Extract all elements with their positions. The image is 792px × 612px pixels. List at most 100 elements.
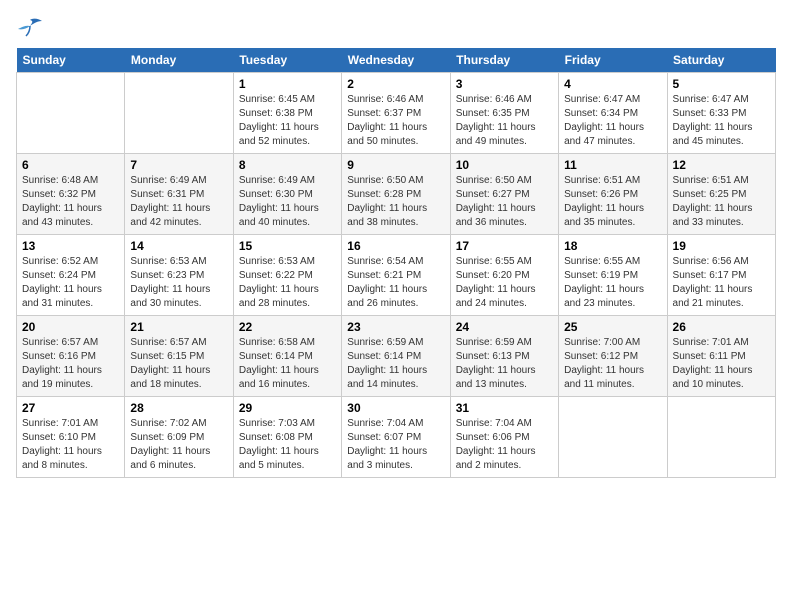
day-info: Sunrise: 6:54 AM Sunset: 6:21 PM Dayligh… (347, 255, 444, 311)
day-info: Sunrise: 6:45 AM Sunset: 6:38 PM Dayligh… (239, 93, 336, 149)
calendar-week-2: 6 Sunrise: 6:48 AM Sunset: 6:32 PM Daylig… (17, 154, 776, 235)
calendar-week-4: 20Sunrise: 6:57 AM Sunset: 6:16 PM Dayli… (17, 316, 776, 397)
day-info: Sunrise: 6:48 AM Sunset: 6:32 PM Dayligh… (22, 174, 119, 230)
day-number: 23 (347, 320, 444, 334)
weekday-header-row: SundayMondayTuesdayWednesdayThursdayFrid… (17, 48, 776, 73)
day-info: Sunrise: 7:03 AM Sunset: 6:08 PM Dayligh… (239, 417, 336, 473)
calendar-week-3: 13Sunrise: 6:52 AM Sunset: 6:24 PM Dayli… (17, 235, 776, 316)
calendar-cell: 1 Sunrise: 6:45 AM Sunset: 6:38 PM Daylig… (233, 73, 341, 154)
day-number: 22 (239, 320, 336, 334)
calendar-cell: 14 Sunrise: 6:53 AM Sunset: 6:23 PM Dayli… (125, 235, 233, 316)
day-number: 30 (347, 401, 444, 415)
logo-bird-icon (16, 16, 44, 40)
day-number: 16 (347, 239, 444, 253)
day-info: Sunrise: 6:50 AM Sunset: 6:28 PM Dayligh… (347, 174, 444, 230)
day-number: 13 (22, 239, 119, 253)
day-number: 8 (239, 158, 336, 172)
calendar-cell: 19 Sunrise: 6:56 AM Sunset: 6:17 PM Dayli… (667, 235, 775, 316)
day-number: 4 (564, 77, 661, 91)
day-number: 25 (564, 320, 661, 334)
calendar-cell: 23 Sunrise: 6:59 AM Sunset: 6:14 PM Dayli… (342, 316, 450, 397)
weekday-header-friday: Friday (559, 48, 667, 73)
day-number: 31 (456, 401, 553, 415)
day-number: 1 (239, 77, 336, 91)
day-info: Sunrise: 6:53 AM Sunset: 6:23 PM Dayligh… (130, 255, 227, 311)
day-info: Sunrise: 6:53 AM Sunset: 6:22 PM Dayligh… (239, 255, 336, 311)
day-info: Sunrise: 6:55 AM Sunset: 6:20 PM Dayligh… (456, 255, 553, 311)
day-number: 11 (564, 158, 661, 172)
weekday-header-wednesday: Wednesday (342, 48, 450, 73)
calendar-cell: 30 Sunrise: 7:04 AM Sunset: 6:07 PM Dayli… (342, 397, 450, 478)
day-info: Sunrise: 6:58 AM Sunset: 6:14 PM Dayligh… (239, 336, 336, 392)
calendar-cell: 6 Sunrise: 6:48 AM Sunset: 6:32 PM Daylig… (17, 154, 125, 235)
day-info: Sunrise: 7:02 AM Sunset: 6:09 PM Dayligh… (130, 417, 227, 473)
day-info: Sunrise: 6:55 AM Sunset: 6:19 PM Dayligh… (564, 255, 661, 311)
day-info: Sunrise: 6:49 AM Sunset: 6:30 PM Dayligh… (239, 174, 336, 230)
calendar-cell: 8 Sunrise: 6:49 AM Sunset: 6:30 PM Daylig… (233, 154, 341, 235)
calendar-cell (559, 397, 667, 478)
day-number: 17 (456, 239, 553, 253)
day-number: 26 (673, 320, 770, 334)
calendar-cell (667, 397, 775, 478)
day-info: Sunrise: 6:56 AM Sunset: 6:17 PM Dayligh… (673, 255, 770, 311)
day-info: Sunrise: 6:51 AM Sunset: 6:26 PM Dayligh… (564, 174, 661, 230)
calendar-cell: 20Sunrise: 6:57 AM Sunset: 6:16 PM Dayli… (17, 316, 125, 397)
day-info: Sunrise: 6:50 AM Sunset: 6:27 PM Dayligh… (456, 174, 553, 230)
day-info: Sunrise: 6:46 AM Sunset: 6:35 PM Dayligh… (456, 93, 553, 149)
calendar-cell: 31 Sunrise: 7:04 AM Sunset: 6:06 PM Dayli… (450, 397, 558, 478)
day-number: 20 (22, 320, 119, 334)
day-number: 21 (130, 320, 227, 334)
day-number: 29 (239, 401, 336, 415)
day-number: 12 (673, 158, 770, 172)
calendar-cell: 10 Sunrise: 6:50 AM Sunset: 6:27 PM Dayli… (450, 154, 558, 235)
day-number: 5 (673, 77, 770, 91)
day-info: Sunrise: 6:47 AM Sunset: 6:34 PM Dayligh… (564, 93, 661, 149)
day-info: Sunrise: 6:59 AM Sunset: 6:14 PM Dayligh… (347, 336, 444, 392)
day-number: 14 (130, 239, 227, 253)
day-number: 7 (130, 158, 227, 172)
day-info: Sunrise: 6:46 AM Sunset: 6:37 PM Dayligh… (347, 93, 444, 149)
calendar-cell (125, 73, 233, 154)
calendar-cell: 26 Sunrise: 7:01 AM Sunset: 6:11 PM Dayli… (667, 316, 775, 397)
calendar-cell: 24 Sunrise: 6:59 AM Sunset: 6:13 PM Dayli… (450, 316, 558, 397)
day-number: 10 (456, 158, 553, 172)
day-info: Sunrise: 6:47 AM Sunset: 6:33 PM Dayligh… (673, 93, 770, 149)
weekday-header-monday: Monday (125, 48, 233, 73)
day-number: 2 (347, 77, 444, 91)
calendar-cell: 18Sunrise: 6:55 AM Sunset: 6:19 PM Dayli… (559, 235, 667, 316)
day-number: 19 (673, 239, 770, 253)
calendar-week-1: 1 Sunrise: 6:45 AM Sunset: 6:38 PM Daylig… (17, 73, 776, 154)
day-info: Sunrise: 6:59 AM Sunset: 6:13 PM Dayligh… (456, 336, 553, 392)
weekday-header-saturday: Saturday (667, 48, 775, 73)
calendar-cell: 4 Sunrise: 6:47 AM Sunset: 6:34 PM Daylig… (559, 73, 667, 154)
calendar-cell: 28 Sunrise: 7:02 AM Sunset: 6:09 PM Dayli… (125, 397, 233, 478)
calendar-cell: 25 Sunrise: 7:00 AM Sunset: 6:12 PM Dayli… (559, 316, 667, 397)
day-info: Sunrise: 7:01 AM Sunset: 6:11 PM Dayligh… (673, 336, 770, 392)
calendar-cell: 3Sunrise: 6:46 AM Sunset: 6:35 PM Daylig… (450, 73, 558, 154)
calendar-cell (17, 73, 125, 154)
calendar-cell: 27 Sunrise: 7:01 AM Sunset: 6:10 PM Dayli… (17, 397, 125, 478)
weekday-header-tuesday: Tuesday (233, 48, 341, 73)
day-number: 28 (130, 401, 227, 415)
day-number: 24 (456, 320, 553, 334)
calendar-cell: 7 Sunrise: 6:49 AM Sunset: 6:31 PM Daylig… (125, 154, 233, 235)
day-number: 27 (22, 401, 119, 415)
calendar-table: SundayMondayTuesdayWednesdayThursdayFrid… (16, 48, 776, 478)
calendar-cell: 12Sunrise: 6:51 AM Sunset: 6:25 PM Dayli… (667, 154, 775, 235)
day-number: 6 (22, 158, 119, 172)
page-header (16, 16, 776, 40)
logo (16, 16, 48, 40)
calendar-cell: 9Sunrise: 6:50 AM Sunset: 6:28 PM Daylig… (342, 154, 450, 235)
calendar-cell: 22 Sunrise: 6:58 AM Sunset: 6:14 PM Dayli… (233, 316, 341, 397)
calendar-cell: 5 Sunrise: 6:47 AM Sunset: 6:33 PM Daylig… (667, 73, 775, 154)
day-info: Sunrise: 6:49 AM Sunset: 6:31 PM Dayligh… (130, 174, 227, 230)
day-info: Sunrise: 7:01 AM Sunset: 6:10 PM Dayligh… (22, 417, 119, 473)
day-number: 15 (239, 239, 336, 253)
weekday-header-thursday: Thursday (450, 48, 558, 73)
day-info: Sunrise: 6:57 AM Sunset: 6:15 PM Dayligh… (130, 336, 227, 392)
day-info: Sunrise: 7:04 AM Sunset: 6:07 PM Dayligh… (347, 417, 444, 473)
weekday-header-sunday: Sunday (17, 48, 125, 73)
day-info: Sunrise: 7:00 AM Sunset: 6:12 PM Dayligh… (564, 336, 661, 392)
calendar-cell: 29 Sunrise: 7:03 AM Sunset: 6:08 PM Dayli… (233, 397, 341, 478)
day-info: Sunrise: 7:04 AM Sunset: 6:06 PM Dayligh… (456, 417, 553, 473)
